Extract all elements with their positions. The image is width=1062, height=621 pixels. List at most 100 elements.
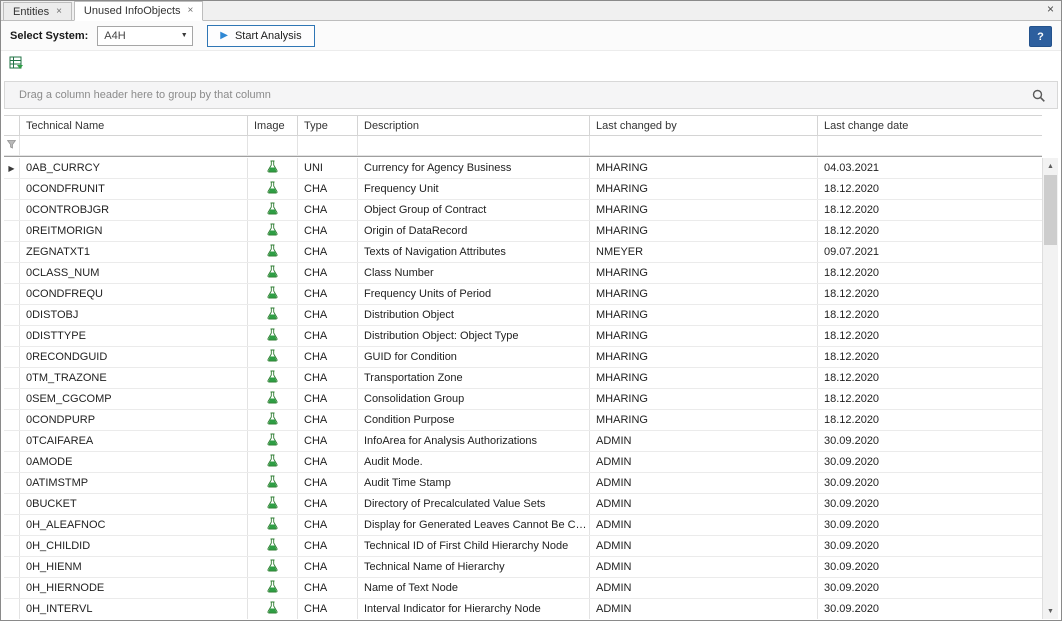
cell-description[interactable]: Condition Purpose [358, 410, 590, 430]
cell-type[interactable]: CHA [298, 536, 358, 556]
column-header-last-changed-by[interactable]: Last changed by [590, 116, 818, 135]
cell-type[interactable]: CHA [298, 557, 358, 577]
cell-last-change-date[interactable]: 18.12.2020 [818, 305, 1042, 325]
filter-input-type[interactable] [298, 136, 357, 155]
cell-last-change-date[interactable]: 18.12.2020 [818, 326, 1042, 346]
cell-last-changed-by[interactable]: MHARING [590, 179, 818, 199]
cell-type[interactable]: CHA [298, 305, 358, 325]
vertical-scrollbar[interactable]: ▲ ▼ [1042, 158, 1058, 619]
table-row[interactable]: 0CONDFREQU CHA Frequency Units of Period… [4, 284, 1042, 305]
cell-image[interactable] [248, 410, 298, 430]
tab-unused-infoobjects[interactable]: Unused InfoObjects × [74, 1, 203, 21]
cell-last-change-date[interactable]: 18.12.2020 [818, 347, 1042, 367]
cell-description[interactable]: Audit Time Stamp [358, 473, 590, 493]
cell-last-changed-by[interactable]: ADMIN [590, 431, 818, 451]
cell-technical-name[interactable]: 0RECONDGUID [20, 347, 248, 367]
cell-last-change-date[interactable]: 30.09.2020 [818, 452, 1042, 472]
table-row[interactable]: 0TCAIFAREA CHA InfoArea for Analysis Aut… [4, 431, 1042, 452]
cell-type[interactable]: CHA [298, 179, 358, 199]
table-row[interactable]: 0H_ALEAFNOC CHA Display for Generated Le… [4, 515, 1042, 536]
cell-last-changed-by[interactable]: MHARING [590, 368, 818, 388]
table-row[interactable]: 0DISTOBJ CHA Distribution Object MHARING… [4, 305, 1042, 326]
cell-image[interactable] [248, 557, 298, 577]
table-row[interactable]: 0BUCKET CHA Directory of Precalculated V… [4, 494, 1042, 515]
table-row[interactable]: 0H_CHILDID CHA Technical ID of First Chi… [4, 536, 1042, 557]
cell-description[interactable]: Audit Mode. [358, 452, 590, 472]
table-row[interactable]: 0H_INTERVL CHA Interval Indicator for Hi… [4, 599, 1042, 619]
cell-image[interactable] [248, 242, 298, 262]
cell-technical-name[interactable]: 0CONDFRUNIT [20, 179, 248, 199]
cell-description[interactable]: Transportation Zone [358, 368, 590, 388]
table-row[interactable]: 0ATIMSTMP CHA Audit Time Stamp ADMIN 30.… [4, 473, 1042, 494]
scroll-up-icon[interactable]: ▲ [1043, 158, 1058, 174]
table-row[interactable]: ZEGNATXT1 CHA Texts of Navigation Attrib… [4, 242, 1042, 263]
cell-last-changed-by[interactable]: MHARING [590, 347, 818, 367]
cell-last-changed-by[interactable]: MHARING [590, 305, 818, 325]
cell-last-change-date[interactable]: 18.12.2020 [818, 389, 1042, 409]
cell-last-changed-by[interactable]: MHARING [590, 284, 818, 304]
table-row[interactable]: 0CLASS_NUM CHA Class Number MHARING 18.1… [4, 263, 1042, 284]
cell-type[interactable]: CHA [298, 200, 358, 220]
cell-last-change-date[interactable]: 09.07.2021 [818, 242, 1042, 262]
cell-last-changed-by[interactable]: ADMIN [590, 557, 818, 577]
table-row[interactable]: 0AMODE CHA Audit Mode. ADMIN 30.09.2020 [4, 452, 1042, 473]
table-row[interactable]: 0H_HIERNODE CHA Name of Text Node ADMIN … [4, 578, 1042, 599]
cell-last-changed-by[interactable]: MHARING [590, 158, 818, 178]
cell-description[interactable]: Consolidation Group [358, 389, 590, 409]
cell-type[interactable]: CHA [298, 431, 358, 451]
cell-description[interactable]: Display for Generated Leaves Cannot Be C… [358, 515, 590, 535]
cell-last-change-date[interactable]: 30.09.2020 [818, 515, 1042, 535]
cell-image[interactable] [248, 326, 298, 346]
excel-export-icon[interactable] [9, 56, 24, 71]
tab-unused-infoobjects-close-icon[interactable]: × [188, 6, 194, 16]
cell-last-changed-by[interactable]: ADMIN [590, 494, 818, 514]
cell-description[interactable]: Object Group of Contract [358, 200, 590, 220]
cell-technical-name[interactable]: 0DISTTYPE [20, 326, 248, 346]
cell-description[interactable]: Technical ID of First Child Hierarchy No… [358, 536, 590, 556]
search-icon[interactable] [1029, 86, 1049, 106]
start-analysis-button[interactable]: ▶ Start Analysis [207, 25, 314, 47]
cell-image[interactable] [248, 494, 298, 514]
cell-description[interactable]: Class Number [358, 263, 590, 283]
cell-last-changed-by[interactable]: ADMIN [590, 536, 818, 556]
cell-last-change-date[interactable]: 30.09.2020 [818, 536, 1042, 556]
cell-image[interactable] [248, 263, 298, 283]
cell-technical-name[interactable]: 0AB_CURRCY [20, 158, 248, 178]
column-header-image[interactable]: Image [248, 116, 298, 135]
cell-last-change-date[interactable]: 18.12.2020 [818, 368, 1042, 388]
cell-technical-name[interactable]: 0REITMORIGN [20, 221, 248, 241]
table-row[interactable]: 0CONTROBJGR CHA Object Group of Contract… [4, 200, 1042, 221]
filter-input-technical-name[interactable] [20, 136, 247, 155]
cell-description[interactable]: Distribution Object [358, 305, 590, 325]
cell-last-change-date[interactable]: 30.09.2020 [818, 431, 1042, 451]
cell-image[interactable] [248, 536, 298, 556]
cell-type[interactable]: CHA [298, 578, 358, 598]
column-header-technical-name[interactable]: Technical Name [20, 116, 248, 135]
cell-description[interactable]: Interval Indicator for Hierarchy Node [358, 599, 590, 619]
cell-last-change-date[interactable]: 04.03.2021 [818, 158, 1042, 178]
cell-last-changed-by[interactable]: MHARING [590, 200, 818, 220]
cell-description[interactable]: Technical Name of Hierarchy [358, 557, 590, 577]
cell-description[interactable]: Currency for Agency Business [358, 158, 590, 178]
table-row[interactable]: 0DISTTYPE CHA Distribution Object: Objec… [4, 326, 1042, 347]
cell-last-changed-by[interactable]: MHARING [590, 263, 818, 283]
cell-last-change-date[interactable]: 18.12.2020 [818, 200, 1042, 220]
cell-image[interactable] [248, 200, 298, 220]
cell-description[interactable]: Name of Text Node [358, 578, 590, 598]
cell-type[interactable]: CHA [298, 242, 358, 262]
cell-technical-name[interactable]: 0H_CHILDID [20, 536, 248, 556]
cell-image[interactable] [248, 473, 298, 493]
cell-last-changed-by[interactable]: NMEYER [590, 242, 818, 262]
cell-type[interactable]: CHA [298, 389, 358, 409]
table-row[interactable]: 0CONDPURP CHA Condition Purpose MHARING … [4, 410, 1042, 431]
cell-last-changed-by[interactable]: MHARING [590, 410, 818, 430]
cell-technical-name[interactable]: 0H_ALEAFNOC [20, 515, 248, 535]
cell-description[interactable]: Directory of Precalculated Value Sets [358, 494, 590, 514]
cell-last-change-date[interactable]: 30.09.2020 [818, 473, 1042, 493]
filter-input-last-change-date[interactable] [818, 136, 1042, 155]
cell-last-change-date[interactable]: 30.09.2020 [818, 578, 1042, 598]
scroll-down-icon[interactable]: ▼ [1043, 603, 1058, 619]
cell-last-change-date[interactable]: 18.12.2020 [818, 221, 1042, 241]
table-row[interactable]: 0CONDFRUNIT CHA Frequency Unit MHARING 1… [4, 179, 1042, 200]
cell-image[interactable] [248, 599, 298, 619]
